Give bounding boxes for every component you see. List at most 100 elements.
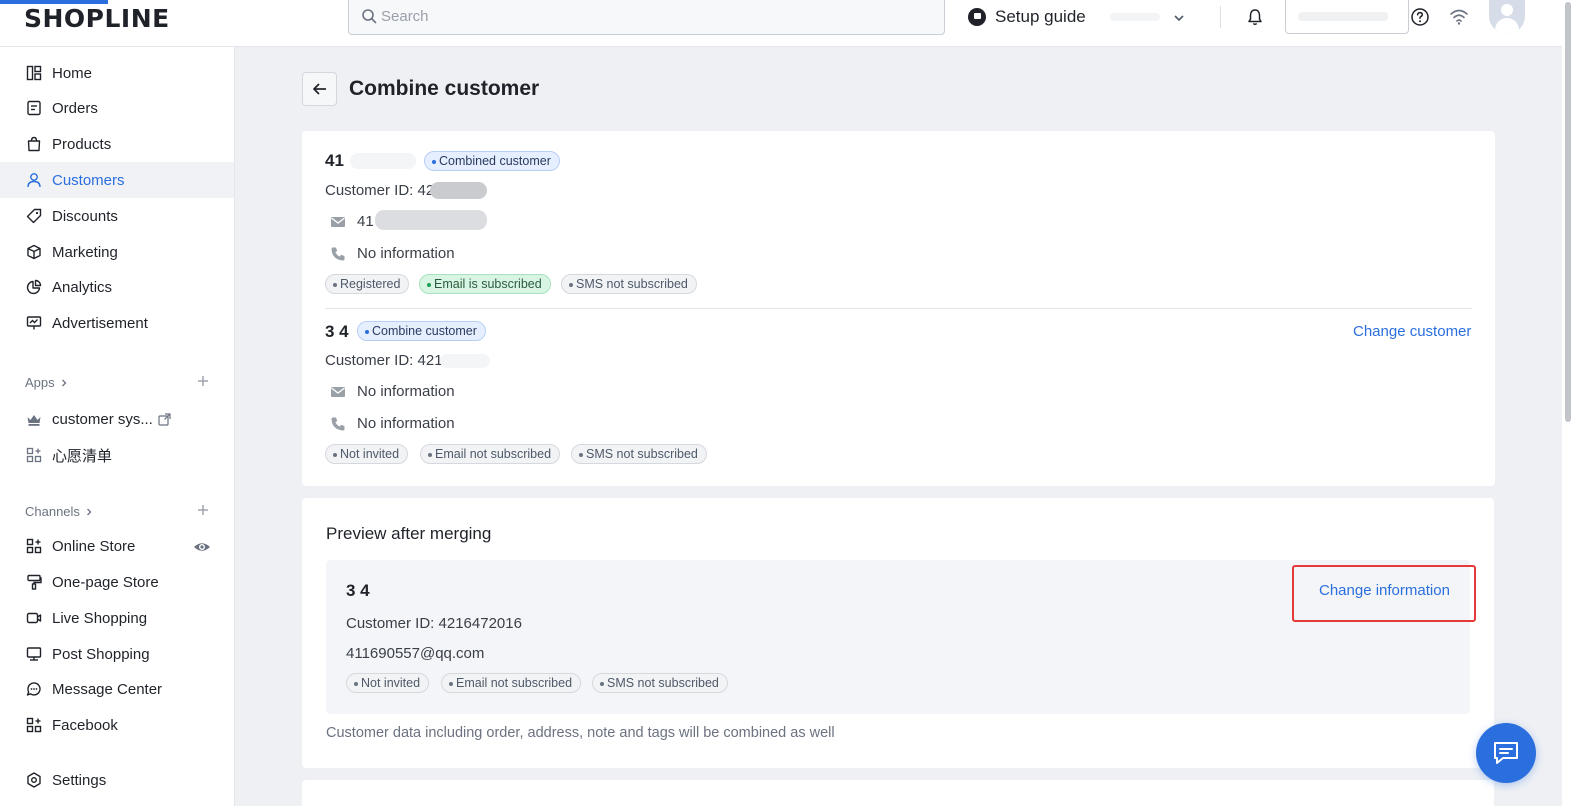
sidebar-item-live-shopping[interactable]: Live Shopping xyxy=(0,600,234,636)
sidebar-item-wishlist-app[interactable]: 心愿清单 xyxy=(0,437,234,473)
sidebar-item-label: Advertisement xyxy=(52,314,148,332)
analytics-icon xyxy=(25,278,43,296)
channels-header-label: Channels xyxy=(25,504,80,519)
chevron-right-icon xyxy=(61,379,67,386)
combined-customer-name: 41 xyxy=(325,151,344,170)
chevron-down-icon xyxy=(1174,15,1184,22)
marketing-icon xyxy=(25,243,43,261)
preview-customer-name: 3 4 xyxy=(346,581,370,600)
crown-icon xyxy=(25,410,43,428)
sidebar-item-facebook[interactable]: Facebook xyxy=(0,707,234,743)
external-link-icon xyxy=(158,412,171,426)
sidebar-item-marketing[interactable]: Marketing xyxy=(0,234,234,270)
sidebar-item-label: Live Shopping xyxy=(52,609,148,627)
top-bar: SHOPLINE Search Setup guide xyxy=(0,0,1576,47)
account-name-redacted xyxy=(1298,12,1388,21)
sidebar-item-label: Products xyxy=(52,135,112,153)
channels-section-header[interactable]: Channels xyxy=(25,504,94,519)
shopline-logo[interactable]: SHOPLINE xyxy=(24,4,170,33)
highlight-box xyxy=(1292,565,1476,622)
sidebar-item-label: One-page Store xyxy=(52,573,159,591)
status-badge: Not invited xyxy=(325,444,409,464)
preview-heading: Preview after merging xyxy=(326,524,492,543)
sidebar-item-customers[interactable]: Customers xyxy=(0,162,234,198)
sidebar-item-label: Message Center xyxy=(52,680,163,698)
brush-icon xyxy=(25,573,43,591)
preview-customer-id: Customer ID: 4216472016 xyxy=(346,615,522,632)
sidebar-item-settings[interactable]: Settings xyxy=(0,762,234,798)
sidebar-item-orders[interactable]: Orders xyxy=(0,90,234,126)
status-badge: Email is subscribed xyxy=(419,274,551,294)
combine-customer-email: No information xyxy=(357,383,455,400)
avatar[interactable] xyxy=(1489,0,1525,34)
apps-section-header[interactable]: Apps xyxy=(25,375,69,390)
eye-icon[interactable] xyxy=(193,538,211,556)
change-customer-link[interactable]: Change customer xyxy=(1353,323,1471,340)
combined-customer-email: 41 xyxy=(357,213,374,230)
advertisement-icon xyxy=(25,314,43,332)
post-icon xyxy=(25,645,43,663)
chevron-right-icon xyxy=(86,508,92,515)
next-card xyxy=(302,780,1494,806)
sidebar-item-label: Post Shopping xyxy=(52,645,150,663)
store-selector[interactable] xyxy=(1110,8,1190,28)
bell-icon[interactable] xyxy=(1245,7,1265,27)
sidebar-item-one-page-store[interactable]: One-page Store xyxy=(0,564,234,600)
sidebar-item-message-center[interactable]: Message Center xyxy=(0,671,234,707)
plus-icon xyxy=(198,376,208,386)
discounts-icon xyxy=(25,207,43,225)
sidebar-item-label: Marketing xyxy=(52,243,118,261)
status-badge: SMS not subscribed xyxy=(571,444,707,464)
sidebar-item-post-shopping[interactable]: Post Shopping xyxy=(0,636,234,672)
sidebar-item-label: Orders xyxy=(52,99,98,117)
combine-customer-badge: Combine customer xyxy=(357,321,486,341)
flag-icon xyxy=(968,8,986,26)
search-input[interactable]: Search xyxy=(348,0,945,35)
status-badge: Registered xyxy=(325,274,410,294)
sidebar-item-label: Online Store xyxy=(52,537,136,555)
sidebar-item-customer-system-app[interactable]: customer sys... xyxy=(0,401,234,437)
status-badge: SMS not subscribed xyxy=(561,274,697,294)
page-title: Combine customer xyxy=(349,77,540,100)
preview-customer-email: 411690557@qq.com xyxy=(346,645,485,662)
combine-customer-id: Customer ID: 421 xyxy=(325,352,443,369)
sidebar-item-discounts[interactable]: Discounts xyxy=(0,198,234,234)
sidebar-item-label: customer sys... xyxy=(52,410,153,428)
store-name-redacted xyxy=(1110,13,1160,21)
combined-customer-phone: No information xyxy=(357,245,455,262)
redacted-name-block xyxy=(350,153,416,169)
sidebar-item-label: Facebook xyxy=(52,716,118,734)
scrollbar-thumb[interactable] xyxy=(1565,2,1571,422)
redacted-email-block xyxy=(375,210,487,230)
sidebar-item-label: Settings xyxy=(52,771,107,789)
phone-icon xyxy=(331,247,345,261)
home-icon xyxy=(25,64,43,82)
apps-header-label: Apps xyxy=(25,375,55,390)
chat-support-button[interactable] xyxy=(1476,723,1536,783)
sidebar-item-label: Discounts xyxy=(52,207,118,225)
search-placeholder: Search xyxy=(381,8,429,25)
sidebar-item-label: Home xyxy=(52,64,93,82)
setup-guide-button[interactable]: Setup guide xyxy=(968,7,1086,27)
status-badge: Not invited xyxy=(346,673,430,693)
redacted-id-block xyxy=(430,182,487,199)
combine-customer-name: 3 4 xyxy=(325,322,349,341)
account-switcher[interactable] xyxy=(1285,0,1409,34)
add-channel-button[interactable] xyxy=(197,501,209,521)
sidebar-item-analytics[interactable]: Analytics xyxy=(0,269,234,305)
sidebar-item-label: 心愿清单 xyxy=(52,447,113,465)
products-icon xyxy=(25,135,43,153)
help-icon[interactable] xyxy=(1410,7,1430,27)
wifi-icon[interactable] xyxy=(1449,8,1469,26)
status-badge: Email not subscribed xyxy=(441,673,582,693)
add-app-button[interactable] xyxy=(197,372,209,392)
sidebar: Home Orders Products Customers Discounts… xyxy=(0,47,235,806)
sidebar-item-home[interactable]: Home xyxy=(0,55,234,91)
status-badge: SMS not subscribed xyxy=(592,673,728,693)
topbar-divider xyxy=(1220,6,1221,28)
sidebar-item-products[interactable]: Products xyxy=(0,126,234,162)
back-button[interactable] xyxy=(302,72,337,106)
combine-customer-phone: No information xyxy=(357,415,455,432)
sidebar-item-advertisement[interactable]: Advertisement xyxy=(0,305,234,341)
search-icon xyxy=(362,9,377,24)
